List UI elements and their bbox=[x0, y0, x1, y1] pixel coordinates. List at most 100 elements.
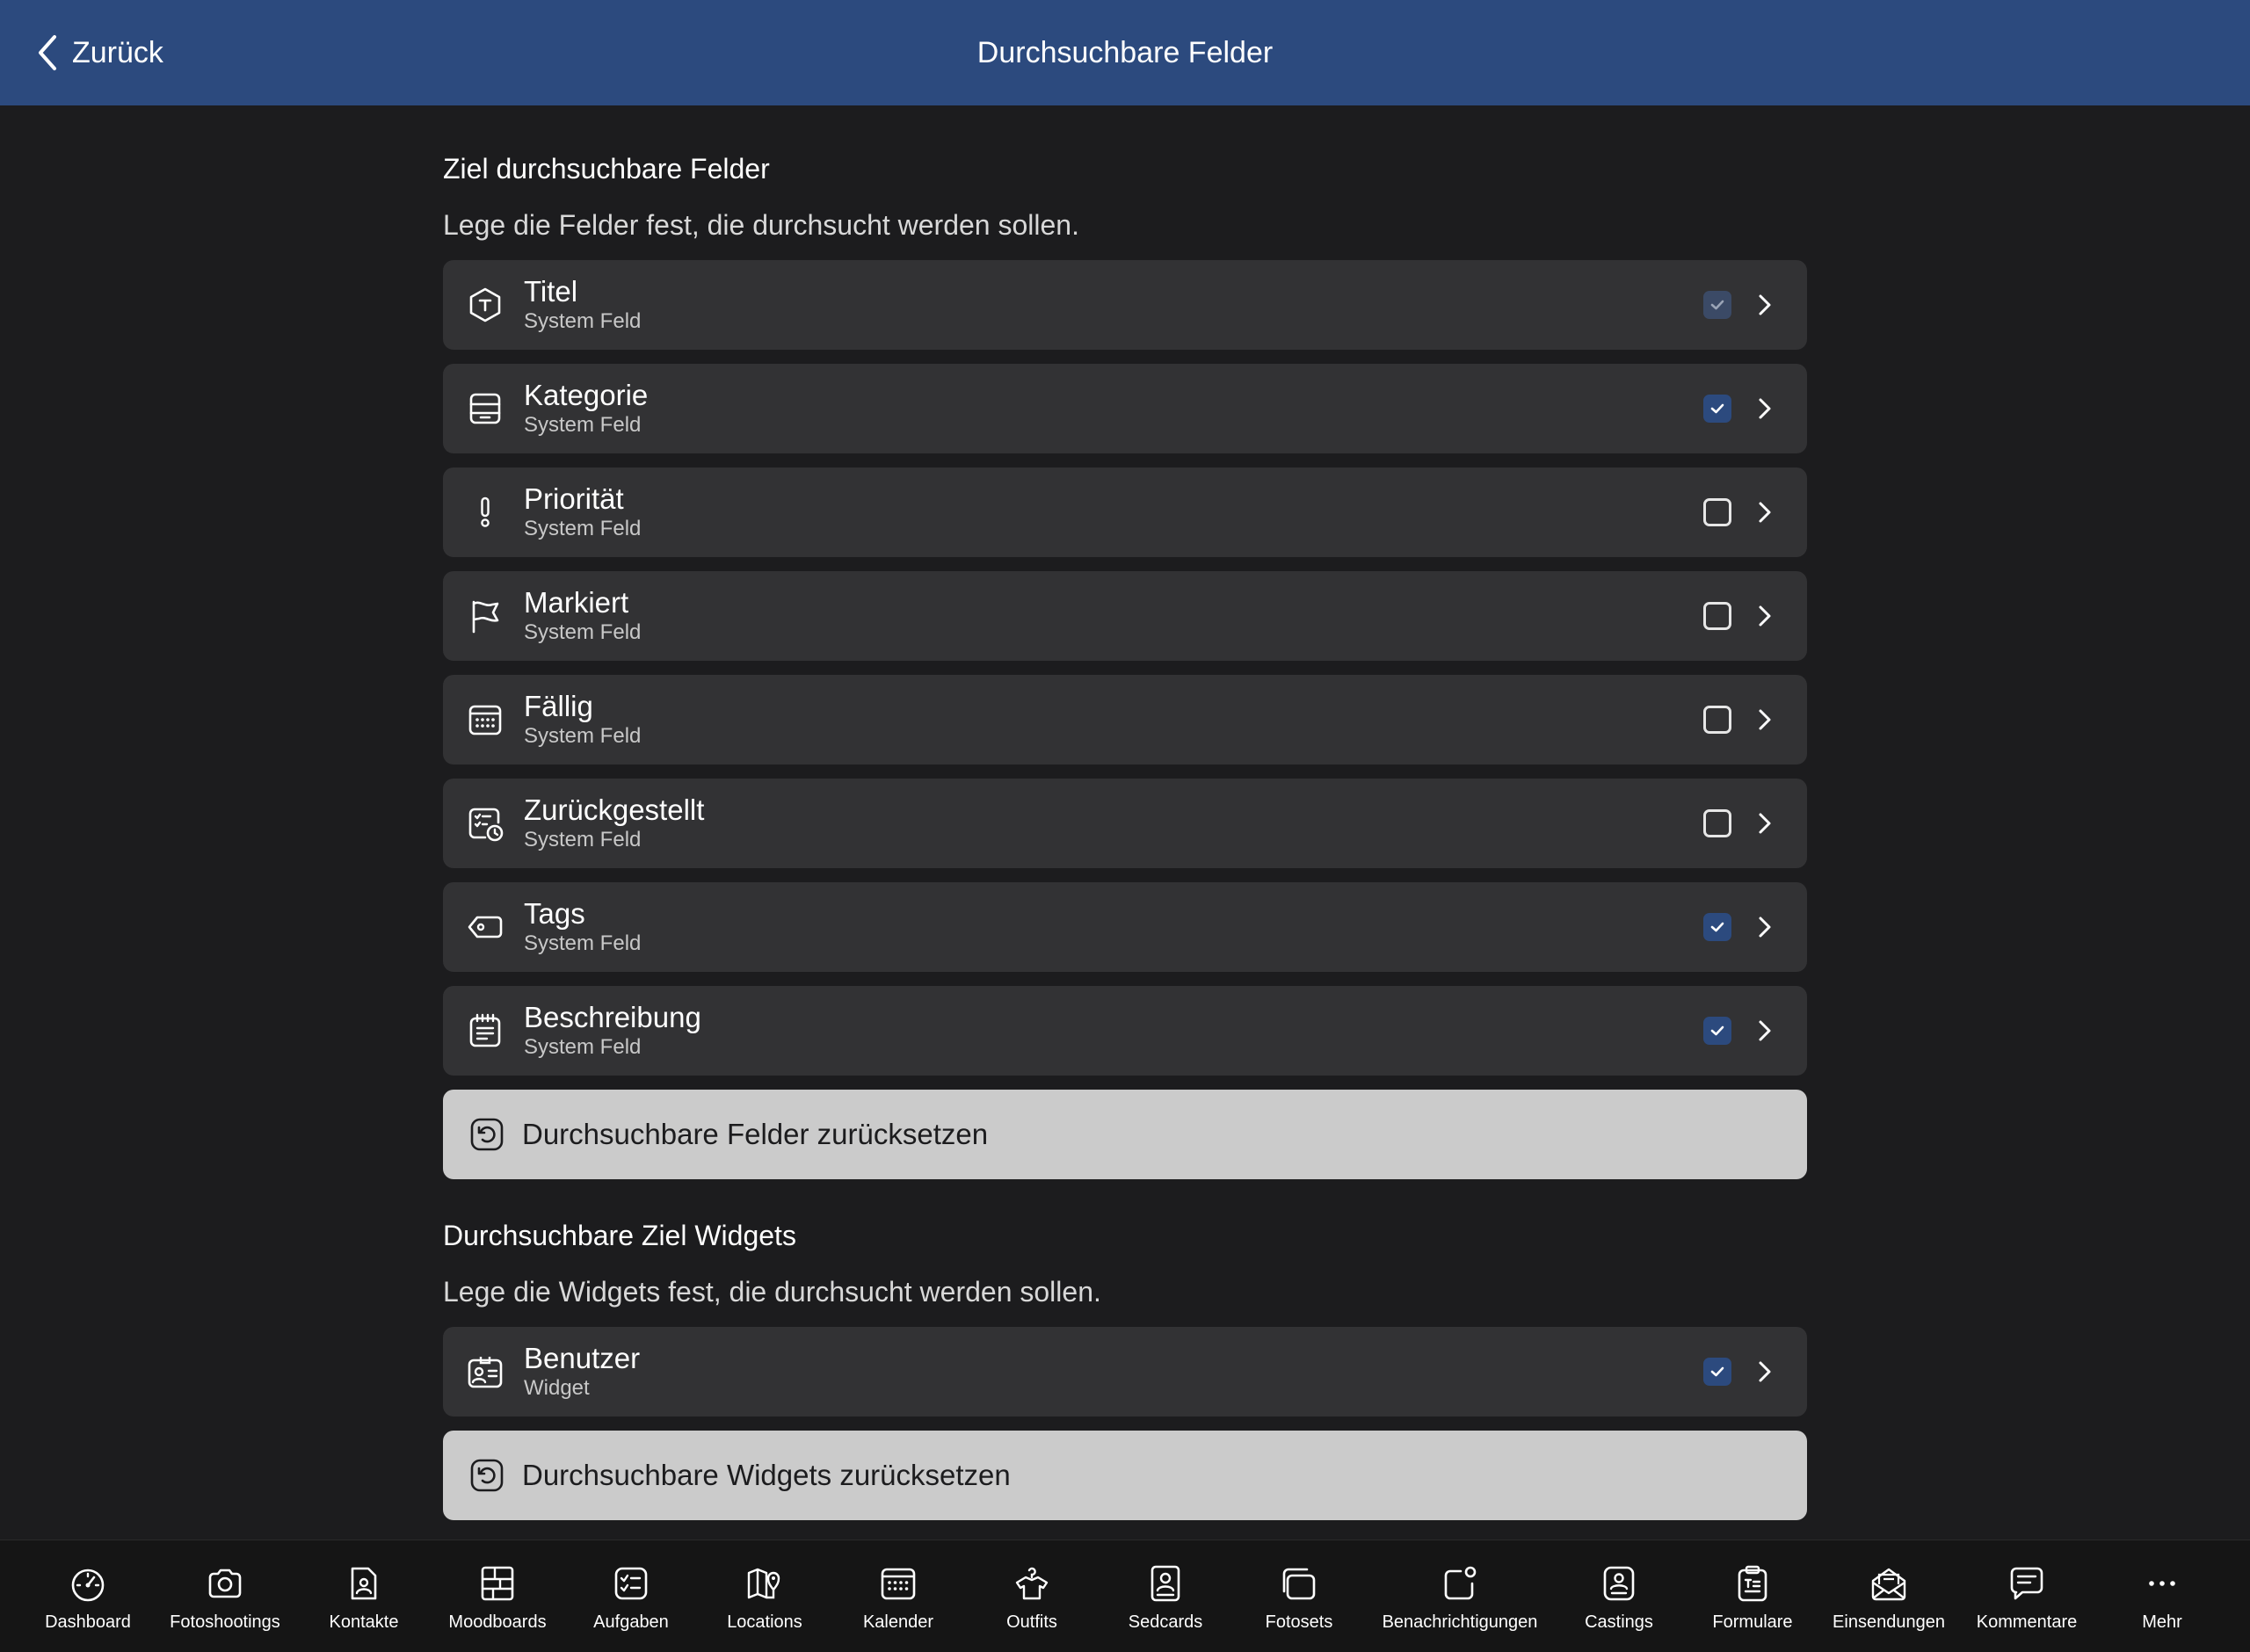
tab-label: Formulare bbox=[1712, 1612, 1793, 1632]
field-row-zurueckgestellt[interactable]: Zurückgestellt System Feld bbox=[443, 779, 1807, 868]
tab-outfits[interactable]: Outfits bbox=[988, 1540, 1076, 1652]
photo-stack-icon bbox=[1282, 1568, 1316, 1600]
chevron-left-icon bbox=[39, 35, 56, 70]
notification-badge-icon bbox=[1444, 1566, 1477, 1600]
navigation-bar: Zurück Durchsuchbare Felder bbox=[0, 0, 2250, 105]
reset-fields-button[interactable]: Durchsuchbare Felder zurücksetzen bbox=[443, 1090, 1807, 1179]
field-checkbox[interactable] bbox=[1703, 1017, 1731, 1045]
tab-bar: Dashboard Fotoshootings Kontakte Moodboa… bbox=[0, 1540, 2250, 1652]
field-row-tags[interactable]: Tags System Feld bbox=[443, 882, 1807, 972]
field-checkbox[interactable] bbox=[1703, 706, 1731, 734]
field-checkbox[interactable] bbox=[1703, 395, 1731, 423]
tab-moodboards[interactable]: Moodboards bbox=[445, 1540, 550, 1652]
notepad-icon bbox=[466, 1011, 504, 1050]
chevron-right-icon bbox=[1759, 709, 1771, 730]
tab-fotosets[interactable]: Fotosets bbox=[1255, 1540, 1343, 1652]
casting-badge-icon bbox=[1603, 1566, 1635, 1601]
tab-benachrichtigungen[interactable]: Benachrichtigungen bbox=[1376, 1540, 1543, 1652]
chevron-right-icon bbox=[1759, 398, 1771, 419]
chevron-right-icon bbox=[1759, 917, 1771, 938]
fields-section-description: Lege die Felder fest, die durchsucht wer… bbox=[443, 209, 1079, 241]
checkmark-icon bbox=[1710, 1366, 1724, 1377]
flag-icon bbox=[466, 597, 504, 635]
tab-kalender[interactable]: Kalender bbox=[854, 1540, 942, 1652]
field-type: System Feld bbox=[524, 828, 642, 851]
widget-checkbox[interactable] bbox=[1703, 1358, 1731, 1386]
field-label: Beschreibung bbox=[524, 1001, 701, 1033]
tab-label: Locations bbox=[727, 1612, 802, 1632]
tab-label: Kalender bbox=[862, 1612, 934, 1632]
field-row-kategorie[interactable]: Kategorie System Feld bbox=[443, 364, 1807, 453]
chevron-right-icon bbox=[1759, 1020, 1771, 1041]
reset-arrow-icon bbox=[470, 1459, 504, 1492]
calendar-icon bbox=[881, 1568, 916, 1600]
field-type: System Feld bbox=[524, 931, 642, 955]
widgets-section-title: Durchsuchbare Ziel Widgets bbox=[443, 1220, 796, 1251]
clipboard-form-icon bbox=[1738, 1565, 1767, 1602]
field-checkbox[interactable] bbox=[1703, 498, 1731, 526]
tab-dashboard[interactable]: Dashboard bbox=[44, 1540, 132, 1652]
field-row-markiert[interactable]: Markiert System Feld bbox=[443, 571, 1807, 661]
field-checkbox[interactable] bbox=[1703, 291, 1731, 319]
field-row-faellig[interactable]: Fällig System Feld bbox=[443, 675, 1807, 764]
more-dots-icon bbox=[2149, 1581, 2175, 1586]
tab-label: Benachrichtigungen bbox=[1382, 1612, 1538, 1632]
tab-label: Fotosets bbox=[1265, 1612, 1333, 1632]
field-type: System Feld bbox=[524, 620, 642, 644]
reset-widgets-label: Durchsuchbare Widgets zurücksetzen bbox=[522, 1459, 1011, 1491]
tab-formulare[interactable]: Formulare bbox=[1709, 1540, 1796, 1652]
tab-castings[interactable]: Castings bbox=[1575, 1540, 1663, 1652]
tab-locations[interactable]: Locations bbox=[721, 1540, 809, 1652]
tab-label: Einsendungen bbox=[1833, 1612, 1945, 1632]
field-label: Titel bbox=[524, 275, 578, 308]
fields-section-title: Ziel durchsuchbare Felder bbox=[443, 153, 770, 185]
field-row-titel[interactable]: Titel System Feld bbox=[443, 260, 1807, 350]
field-checkbox[interactable] bbox=[1703, 913, 1731, 941]
widgets-section-description: Lege die Widgets fest, die durchsucht we… bbox=[443, 1276, 1101, 1308]
checkmark-icon bbox=[1710, 1025, 1724, 1036]
reset-widgets-button[interactable]: Durchsuchbare Widgets zurücksetzen bbox=[443, 1431, 1807, 1520]
tab-fotoshootings[interactable]: Fotoshootings bbox=[163, 1540, 287, 1652]
widget-label: Benutzer bbox=[524, 1342, 641, 1374]
tab-label: Outfits bbox=[1006, 1612, 1057, 1632]
tag-icon bbox=[466, 908, 504, 946]
tab-label: Dashboard bbox=[45, 1612, 131, 1632]
field-type: System Feld bbox=[524, 517, 642, 540]
tab-label: Kommentare bbox=[1976, 1612, 2078, 1632]
tab-mehr[interactable]: Mehr bbox=[2118, 1540, 2206, 1652]
chevron-right-icon bbox=[1759, 502, 1771, 523]
field-label: Tags bbox=[524, 897, 585, 930]
checkmark-icon bbox=[1710, 922, 1724, 932]
contact-file-icon bbox=[351, 1567, 377, 1600]
tab-einsendungen[interactable]: Einsendungen bbox=[1830, 1540, 1948, 1652]
field-type: System Feld bbox=[524, 1035, 642, 1059]
field-label: Zurückgestellt bbox=[524, 793, 705, 826]
map-pin-icon bbox=[747, 1568, 780, 1599]
tab-label: Kontakte bbox=[329, 1612, 399, 1632]
field-row-prioritaet[interactable]: Priorität System Feld bbox=[443, 467, 1807, 557]
checkmark-icon bbox=[1710, 300, 1724, 310]
envelope-open-icon bbox=[1871, 1568, 1906, 1601]
field-checkbox[interactable] bbox=[1703, 602, 1731, 630]
tab-aufgaben[interactable]: Aufgaben bbox=[587, 1540, 675, 1652]
widget-row-benutzer[interactable]: Benutzer Widget bbox=[443, 1327, 1807, 1417]
moodboard-grid-icon bbox=[481, 1566, 514, 1601]
field-checkbox[interactable] bbox=[1703, 809, 1731, 837]
field-row-beschreibung[interactable]: Beschreibung System Feld bbox=[443, 986, 1807, 1076]
tab-kommentare[interactable]: Kommentare bbox=[1974, 1540, 2079, 1652]
checkmark-icon bbox=[1710, 403, 1724, 414]
exclamation-icon bbox=[466, 493, 504, 532]
tab-label: Aufgaben bbox=[593, 1612, 669, 1632]
sedcard-portrait-icon bbox=[1150, 1565, 1180, 1602]
tab-label: Castings bbox=[1585, 1612, 1653, 1632]
tab-label: Sedcards bbox=[1128, 1612, 1203, 1632]
tab-kontakte[interactable]: Kontakte bbox=[320, 1540, 408, 1652]
tab-sedcards[interactable]: Sedcards bbox=[1121, 1540, 1209, 1652]
speedometer-icon bbox=[71, 1569, 105, 1602]
back-label: Zurück bbox=[72, 35, 163, 69]
category-tray-icon bbox=[466, 389, 504, 428]
reset-arrow-icon bbox=[470, 1118, 504, 1151]
comment-bubble-icon bbox=[2010, 1567, 2043, 1600]
back-button[interactable]: Zurück bbox=[35, 0, 163, 105]
field-label: Priorität bbox=[524, 482, 624, 515]
